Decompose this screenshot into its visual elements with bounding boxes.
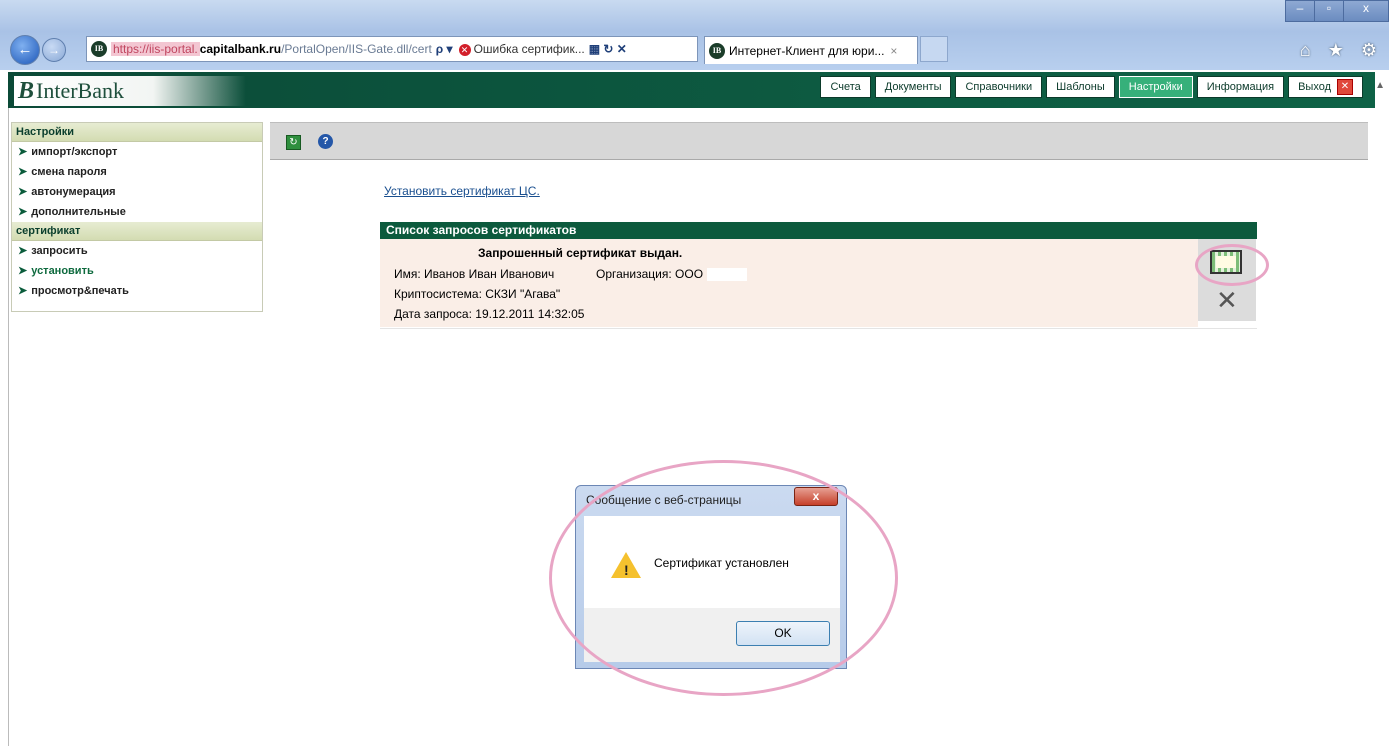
sidebar-item-label: дополнительные bbox=[31, 206, 126, 218]
site-icon: IB bbox=[91, 41, 107, 57]
back-button[interactable]: ← bbox=[10, 35, 40, 65]
sidebar-item-change-password[interactable]: ➤ смена пароля bbox=[12, 162, 262, 182]
sidebar-item-view-print[interactable]: ➤ просмотр&печать bbox=[12, 281, 262, 301]
nav-exit[interactable]: Выход ✕ bbox=[1288, 76, 1363, 98]
arrow-icon: ➤ bbox=[18, 166, 28, 178]
sidebar-item-label: смена пароля bbox=[31, 166, 107, 178]
cert-error-label: Ошибка сертифик... bbox=[473, 42, 585, 56]
page-border bbox=[8, 108, 9, 746]
request-cryptosystem: Криптосистема: СКЗИ "Агава" bbox=[394, 287, 561, 301]
scroll-up-arrow-icon[interactable]: ▲ bbox=[1375, 80, 1385, 91]
sidebar-item-import-export[interactable]: ➤ импорт/экспорт bbox=[12, 142, 262, 162]
organization-label: Организация: ООО bbox=[596, 267, 704, 281]
organization-value bbox=[707, 268, 748, 282]
request-status: Запрошенный сертификат выдан. bbox=[478, 246, 683, 260]
certificate-request-row: Запрошенный сертификат выдан. Имя: Ивано… bbox=[380, 239, 1198, 327]
window-close-button[interactable]: x bbox=[1343, 0, 1389, 22]
sidebar-section-settings: Настройки bbox=[12, 123, 262, 142]
sidebar-item-label: установить bbox=[31, 265, 94, 277]
top-navigation: Счета Документы Справочники Шаблоны Наст… bbox=[820, 76, 1363, 98]
tab-favicon: IB bbox=[709, 42, 725, 59]
arrow-icon: ➤ bbox=[18, 146, 28, 158]
arrow-icon: ➤ bbox=[18, 245, 28, 257]
sidebar-item-label: импорт/экспорт bbox=[31, 146, 118, 158]
nav-information[interactable]: Информация bbox=[1196, 76, 1285, 98]
maximize-button[interactable]: ▫ bbox=[1314, 0, 1344, 22]
window-controls: – ▫ x bbox=[1285, 0, 1389, 22]
tab-close-icon[interactable]: × bbox=[890, 44, 897, 58]
interbank-logo: B InterBank bbox=[14, 76, 246, 106]
sidebar-item-additional[interactable]: ➤ дополнительные bbox=[12, 202, 262, 222]
nav-exit-label: Выход bbox=[1298, 81, 1331, 93]
sidebar-item-install[interactable]: ➤ установить bbox=[12, 261, 262, 281]
nav-settings[interactable]: Настройки bbox=[1118, 76, 1193, 98]
url-prefix: https://iis-portal. bbox=[111, 42, 200, 56]
certificate-requests-panel: Список запросов сертификатов Запрошенный… bbox=[380, 222, 1257, 330]
compat-refresh-stop-icons[interactable]: ▦ ↻ ✕ bbox=[589, 42, 627, 56]
content-divider bbox=[380, 328, 1257, 329]
app-header: B InterBank Счета Документы Справочники … bbox=[8, 72, 1375, 108]
nav-templates[interactable]: Шаблоны bbox=[1046, 76, 1115, 98]
search-icon[interactable]: ρ ▾ bbox=[436, 42, 453, 56]
highlight-circle bbox=[1195, 244, 1269, 286]
home-favorites-settings-icons[interactable]: ⌂ ★ ⚙ bbox=[1300, 40, 1383, 61]
url-path: /PortalOpen/IIS-Gate.dll/cert bbox=[281, 42, 432, 56]
sidebar-section-certificate: сертификат bbox=[12, 222, 262, 241]
browser-tab[interactable]: IB Интернет-Клиент для юри... × bbox=[704, 36, 918, 64]
minimize-button[interactable]: – bbox=[1285, 0, 1315, 22]
nav-documents[interactable]: Документы bbox=[874, 76, 952, 98]
sidebar-item-autonumbering[interactable]: ➤ автонумерация bbox=[12, 182, 262, 202]
arrow-icon: ➤ bbox=[18, 186, 28, 198]
logo-text: InterBank bbox=[36, 78, 124, 103]
address-bar[interactable]: IB https://iis-portal. capitalbank.ru /P… bbox=[86, 36, 698, 62]
sidebar-item-label: автонумерация bbox=[31, 186, 116, 198]
refresh-icon[interactable]: ↻ bbox=[286, 135, 301, 150]
request-date: Дата запроса: 19.12.2011 14:32:05 bbox=[394, 307, 585, 321]
arrow-icon: ➤ bbox=[18, 265, 28, 277]
sidebar: Настройки ➤ импорт/экспорт ➤ смена пароля … bbox=[11, 122, 263, 312]
exit-icon: ✕ bbox=[1337, 79, 1353, 95]
sidebar-item-request[interactable]: ➤ запросить bbox=[12, 241, 262, 261]
forward-button[interactable]: → bbox=[42, 38, 66, 62]
arrow-icon: ➤ bbox=[18, 285, 28, 297]
url-host: capitalbank.ru bbox=[199, 42, 282, 56]
request-name: Имя: Иванов Иван Иванович bbox=[394, 267, 555, 281]
error-icon: ✕ bbox=[458, 44, 471, 56]
panel-title: Список запросов сертификатов bbox=[380, 222, 1257, 239]
new-tab-button[interactable] bbox=[920, 36, 948, 62]
nav-accounts[interactable]: Счета bbox=[820, 76, 871, 98]
tab-title: Интернет-Клиент для юри... bbox=[729, 43, 885, 58]
nav-directories[interactable]: Справочники bbox=[955, 76, 1043, 98]
content-toolbar: ↻ ? bbox=[270, 122, 1368, 160]
logo-mark: B bbox=[18, 77, 35, 104]
sidebar-item-label: просмотр&печать bbox=[31, 285, 129, 297]
help-icon[interactable]: ? bbox=[318, 134, 333, 149]
certificate-error[interactable]: ✕ Ошибка сертифик... bbox=[458, 42, 585, 56]
request-organization: Организация: ООО bbox=[596, 267, 748, 282]
sidebar-item-label: запросить bbox=[31, 245, 88, 257]
highlight-circle-dialog bbox=[549, 460, 898, 696]
browser-chrome: ← → IB https://iis-portal. capitalbank.r… bbox=[0, 0, 1389, 70]
delete-icon[interactable]: ✕ bbox=[1216, 287, 1238, 313]
arrow-icon: ➤ bbox=[18, 206, 28, 218]
install-ca-certificate-link[interactable]: Установить сертификат ЦС. bbox=[384, 184, 540, 198]
